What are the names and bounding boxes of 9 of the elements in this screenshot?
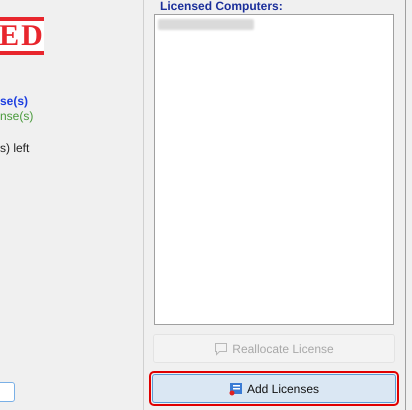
status-text: s) left [0, 142, 30, 154]
list-label: Licensed Computers: [160, 0, 283, 12]
status-text: se(s) [0, 95, 28, 107]
stamp-logo: ED [0, 17, 44, 55]
status-text: nse(s) [0, 110, 34, 122]
speech-bubble-icon [214, 342, 228, 356]
certificate-icon [228, 382, 243, 396]
computers-list[interactable] [154, 14, 394, 325]
action-button[interactable]: Add Licenses [152, 374, 396, 403]
